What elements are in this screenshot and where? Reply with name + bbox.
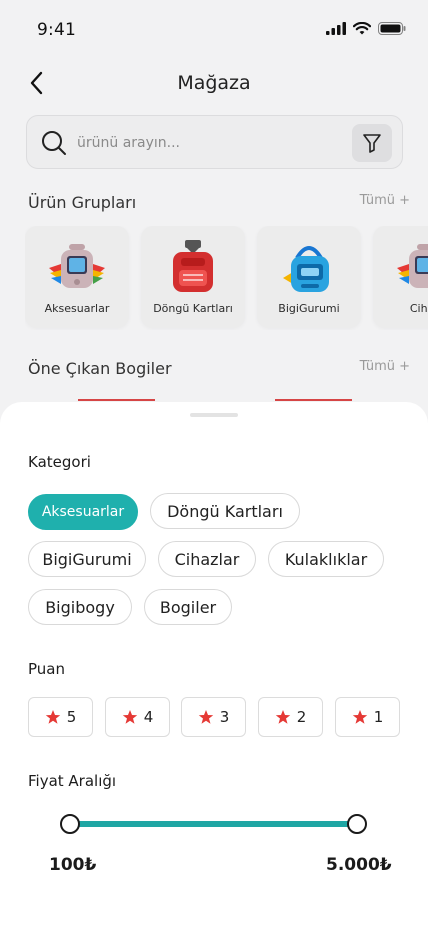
status-time: 9:41 [37,20,76,40]
group-card-aksesuarlar[interactable]: Aksesuarlar [25,226,129,328]
category-chip-cihazlar[interactable]: Cihazlar [158,541,256,577]
cellular-signal-icon [326,22,346,35]
star-icon [275,710,290,724]
device-with-wings-icon [49,244,105,288]
rating-4-button[interactable]: 4 [105,697,170,737]
featured-see-all-link[interactable]: Tümü + [360,359,410,374]
category-title: Kategori [28,453,91,471]
star-icon [352,710,367,724]
rating-5-button[interactable]: 5 [28,697,93,737]
group-label: Cihaz [409,302,428,315]
price-range-track[interactable] [70,821,358,827]
category-chip-bigibogy[interactable]: Bigibogy [28,589,132,625]
filter-sheet: Kategori Aksesuarlar Döngü Kartları Bigi… [0,402,428,926]
star-icon [45,710,60,724]
rating-value: 1 [373,708,384,726]
rating-value: 4 [143,708,154,726]
group-card-cihaz[interactable]: Cihaz [373,226,428,328]
search-input[interactable] [77,130,317,156]
group-label: Döngü Kartları [153,302,233,315]
groups-see-all-link[interactable]: Tümü + [360,193,410,208]
header: Mağaza [0,62,428,106]
star-icon [122,710,137,724]
group-card-dongu-kartlari[interactable]: Döngü Kartları [141,226,245,328]
category-chip-dongu-kartlari[interactable]: Döngü Kartları [150,493,300,529]
page-title: Mağaza [177,72,251,94]
device-with-wings-icon [397,244,428,288]
price-range-title: Fiyat Aralığı [28,772,117,790]
rating-2-button[interactable]: 2 [258,697,323,737]
featured-card-peek [275,399,352,401]
red-speaker-icon [173,240,213,292]
rating-title: Puan [28,660,65,678]
group-label: BigiGurumi [278,302,340,315]
groups-section-title: Ürün Grupları [28,193,137,212]
battery-icon [378,22,406,35]
rating-value: 2 [296,708,307,726]
featured-card-peek [78,399,155,401]
price-max-label: 5.000₺ [326,855,392,875]
sheet-grabber[interactable] [190,413,238,417]
category-chip-bigigurumi[interactable]: BigiGurumi [28,541,146,577]
rating-value: 5 [66,708,77,726]
rating-1-button[interactable]: 1 [335,697,400,737]
star-icon [198,710,213,724]
featured-section-header: Öne Çıkan Bogiler Tümü + [28,357,410,381]
group-label: Aksesuarlar [44,302,110,315]
status-icons [326,22,406,35]
price-min-handle[interactable] [60,814,80,834]
group-card-bigigurumi[interactable]: BigiGurumi [257,226,361,328]
wifi-icon [353,22,371,35]
product-groups-carousel[interactable]: Aksesuarlar Döngü Kartları BigiGurumi Ci… [25,226,428,330]
price-max-handle[interactable] [347,814,367,834]
search-icon [42,131,66,155]
groups-section-header: Ürün Grupları Tümü + [28,191,410,215]
featured-section-title: Öne Çıkan Bogiler [28,359,172,378]
filter-button[interactable] [352,124,392,162]
rating-value: 3 [219,708,230,726]
filter-icon [363,134,381,153]
category-chip-bogiler[interactable]: Bogiler [144,589,232,625]
category-chip-kulakliklar[interactable]: Kulaklıklar [268,541,384,577]
search-box [26,115,403,169]
rating-3-button[interactable]: 3 [181,697,246,737]
status-bar: 9:41 [0,0,428,56]
price-min-label: 100₺ [49,855,97,875]
blue-speaker-icon [283,246,329,292]
category-chip-aksesuarlar[interactable]: Aksesuarlar [28,494,138,530]
